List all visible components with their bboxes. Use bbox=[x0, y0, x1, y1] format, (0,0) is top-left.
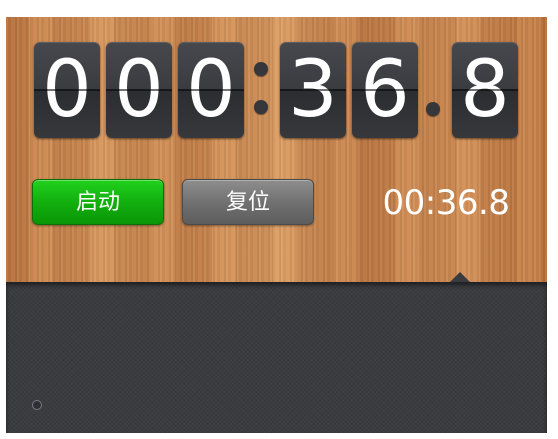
timer-digit-5: 6 bbox=[352, 42, 418, 138]
lap-list-panel[interactable] bbox=[6, 282, 547, 433]
timer-decimal-separator bbox=[420, 42, 446, 138]
start-button[interactable]: 启动 bbox=[32, 179, 164, 225]
timer-colon-separator bbox=[248, 42, 274, 138]
panel-pointer-notch bbox=[450, 272, 470, 282]
timer-digit-3: 0 bbox=[178, 42, 244, 138]
elapsed-time-readout: 00:36.8 bbox=[382, 183, 510, 223]
timer-digit-6: 8 bbox=[452, 42, 518, 138]
decimal-dot bbox=[426, 102, 440, 116]
reset-button[interactable]: 复位 bbox=[182, 179, 314, 225]
timer-digit-1: 0 bbox=[34, 42, 100, 138]
timer-digit-4: 3 bbox=[280, 42, 346, 138]
stopwatch-app: 0 0 0 3 6 8 启动 复位 00:36.8 bbox=[6, 17, 547, 433]
colon-dot-top bbox=[254, 62, 268, 76]
page-indicator-dot[interactable] bbox=[32, 400, 42, 410]
colon-dot-bottom bbox=[254, 100, 268, 114]
wood-panel: 0 0 0 3 6 8 启动 复位 00:36.8 bbox=[6, 17, 547, 282]
timer-digit-2: 0 bbox=[106, 42, 172, 138]
